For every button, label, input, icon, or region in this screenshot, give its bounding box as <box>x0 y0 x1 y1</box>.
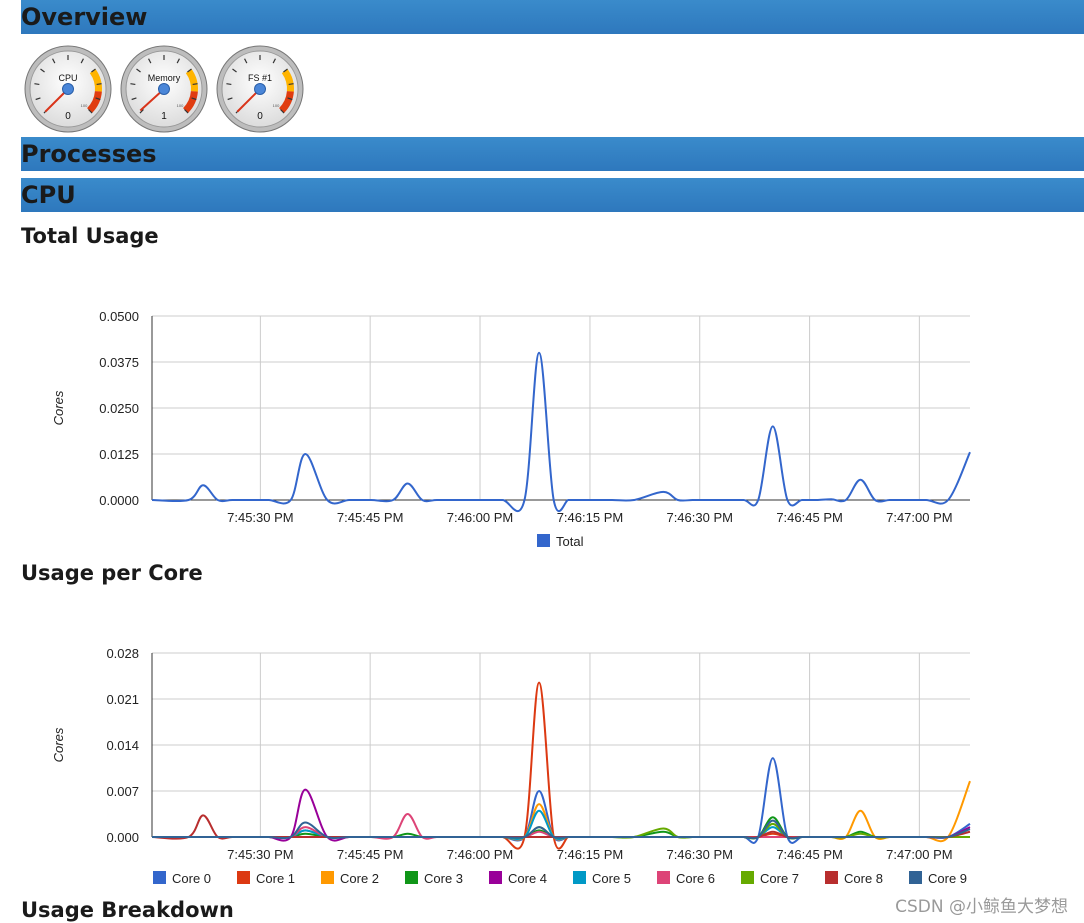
y-tick-label: 0.0375 <box>99 355 139 370</box>
x-tick-label: 7:45:45 PM <box>337 847 404 862</box>
y-tick-label: 0.028 <box>106 646 139 661</box>
x-tick-label: 7:47:00 PM <box>886 510 953 525</box>
x-tick-label: 7:46:45 PM <box>776 510 843 525</box>
gauge-hub <box>62 83 74 95</box>
watermark: CSDN @小鲸鱼大梦想 <box>895 897 1068 917</box>
x-tick-label: 7:46:30 PM <box>666 847 733 862</box>
gauge-fs-1: FS #1 100 0 <box>216 45 304 133</box>
gauge-scale-label: 100 <box>273 103 280 108</box>
overview-header: Overview <box>21 0 1084 34</box>
gauge-label: Memory <box>148 73 181 83</box>
legend-swatch-core-1 <box>237 871 250 884</box>
y-tick-label: 0.0500 <box>99 309 139 324</box>
legend-swatch-core-5 <box>573 871 586 884</box>
y-tick-label: 0.014 <box>106 738 139 753</box>
legend-label-core-1: Core 1 <box>256 871 295 886</box>
y-tick-label: 0.0125 <box>99 447 139 462</box>
legend-label-core-3: Core 3 <box>424 871 463 886</box>
legend-label-core-0: Core 0 <box>172 871 211 886</box>
x-tick-label: 7:46:00 PM <box>447 510 514 525</box>
gauge-memory: Memory 100 1 <box>120 45 208 133</box>
y-tick-label: 0.0250 <box>99 401 139 416</box>
gauge-tick <box>226 83 232 86</box>
legend-label-core-5: Core 5 <box>592 871 631 886</box>
gauge-label: FS #1 <box>248 73 272 83</box>
x-tick-label: 7:45:45 PM <box>337 510 404 525</box>
x-tick-label: 7:47:00 PM <box>886 847 953 862</box>
x-tick-label: 7:46:45 PM <box>776 847 843 862</box>
usage-per-core-chart: 0.028 0.021 0.014 0.007 0.000 7:45:30 PM 7:45:… <box>51 646 971 886</box>
legend-swatch-core-8 <box>825 871 838 884</box>
overview-title: Overview <box>21 3 148 31</box>
y-tick-label: 0.000 <box>106 830 139 845</box>
gauge-tick <box>34 83 40 86</box>
x-tick-label: 7:46:00 PM <box>447 847 514 862</box>
y-axis-label: Cores <box>51 390 66 425</box>
series-line-core-1 <box>151 681 970 850</box>
x-tick-label: 7:45:30 PM <box>227 847 294 862</box>
usage-breakdown-title: Usage Breakdown <box>21 898 234 922</box>
legend-swatch-core-0 <box>153 871 166 884</box>
gauge-cpu: CPU 100 0 <box>24 45 112 133</box>
gauge-value: 0 <box>65 111 71 122</box>
y-axis-label: Cores <box>51 727 66 762</box>
gauge-value: 0 <box>257 111 263 122</box>
series-line-core-7 <box>151 822 970 839</box>
gauge-scale-label: 100 <box>81 103 88 108</box>
legend-label-core-7: Core 7 <box>760 871 799 886</box>
series-line-total <box>151 351 971 512</box>
total-usage-chart: 0.0500 0.0375 0.0250 0.0125 0.0000 7:45:30 PM… <box>51 309 971 549</box>
y-tick-label: 0.007 <box>106 784 139 799</box>
series-line-core-0 <box>151 757 971 844</box>
x-tick-label: 7:46:15 PM <box>557 510 624 525</box>
legend-swatch-core-2 <box>321 871 334 884</box>
legend-swatch-core-7 <box>741 871 754 884</box>
gauge-tick <box>288 83 294 86</box>
gauge-tick <box>96 83 102 86</box>
legend-label-total: Total <box>556 534 584 549</box>
series-line-core-4 <box>151 788 971 842</box>
legend-swatch-core-6 <box>657 871 670 884</box>
legend-label-core-8: Core 8 <box>844 871 883 886</box>
legend-swatch-total <box>537 534 550 547</box>
legend-label-core-2: Core 2 <box>340 871 379 886</box>
legend-swatch-core-4 <box>489 871 502 884</box>
cpu-title: CPU <box>21 181 76 209</box>
processes-header[interactable]: Processes <box>21 137 1084 171</box>
legend-swatch-core-3 <box>405 871 418 884</box>
y-tick-label: 0.0000 <box>99 493 139 508</box>
gauge-hub <box>254 83 266 95</box>
gauge-value: 1 <box>161 111 167 122</box>
x-tick-label: 7:46:30 PM <box>666 510 733 525</box>
x-tick-label: 7:46:15 PM <box>557 847 624 862</box>
legend-label-core-6: Core 6 <box>676 871 715 886</box>
legend-label-core-4: Core 4 <box>508 871 547 886</box>
gauge-scale-label: 100 <box>177 103 184 108</box>
legend-label-core-9: Core 9 <box>928 871 967 886</box>
legend-swatch-core-9 <box>909 871 922 884</box>
processes-title[interactable]: Processes <box>21 140 157 168</box>
y-tick-label: 0.021 <box>106 692 139 707</box>
gauge-label: CPU <box>58 73 77 83</box>
cpu-header: CPU <box>21 178 1084 212</box>
gauge-tick <box>130 83 136 86</box>
gauge-tick <box>192 83 198 86</box>
series-line-core-2 <box>151 780 971 843</box>
x-tick-label: 7:45:30 PM <box>227 510 294 525</box>
gauge-hub <box>158 83 170 95</box>
